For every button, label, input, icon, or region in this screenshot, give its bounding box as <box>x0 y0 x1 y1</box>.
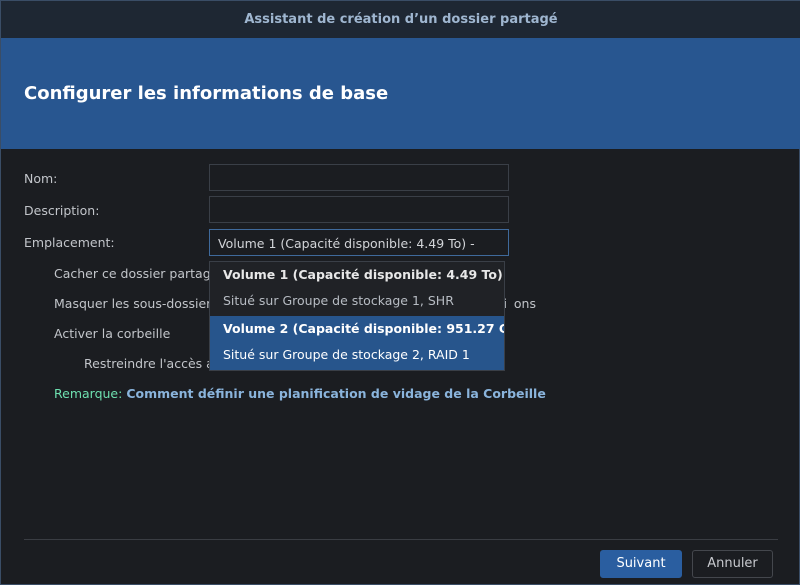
step-header: Configurer les informations de base <box>1 38 800 149</box>
next-button[interactable]: Suivant <box>600 550 682 578</box>
option-subtitle: Situé sur Groupe de stockage 2, RAID 1 <box>223 347 470 362</box>
hide-share-checkbox-label[interactable]: Cacher ce dossier partagé <box>54 266 209 281</box>
recycle-bin-checkbox-label[interactable]: Activer la corbeille <box>54 326 170 341</box>
location-select[interactable]: Volume 1 (Capacité disponible: 4.49 To) … <box>209 229 509 256</box>
window-title: Assistant de création d’un dossier parta… <box>1 1 800 38</box>
remark: Remarque: Comment définir une planificat… <box>54 386 546 401</box>
dropdown-option-volume-1[interactable]: Volume 1 (Capacité disponible: 4.49 To) … <box>210 262 504 316</box>
name-label: Nom: <box>24 171 58 186</box>
restrict-access-checkbox-label[interactable]: Restreindre l'accès aux administrateurs … <box>84 356 209 371</box>
location-label: Emplacement: <box>24 235 115 250</box>
description-label: Description: <box>24 203 100 218</box>
option-title: Volume 1 (Capacité disponible: 4.49 To) … <box>223 267 505 282</box>
recycle-schedule-link[interactable]: Comment définir une planification de vid… <box>126 386 546 401</box>
footer-divider <box>24 539 778 540</box>
location-dropdown-list[interactable]: Volume 1 (Capacité disponible: 4.49 To) … <box>209 261 505 371</box>
page-title: Configurer les informations de base <box>24 83 389 104</box>
remark-label: Remarque: <box>54 386 123 401</box>
option-title: Volume 2 (Capacité disponible: 951.27 Go <box>223 321 505 336</box>
cancel-button[interactable]: Annuler <box>692 550 773 578</box>
dropdown-option-volume-2[interactable]: Volume 2 (Capacité disponible: 951.27 Go… <box>210 316 504 370</box>
name-input[interactable] <box>209 164 509 191</box>
hide-subfolders-tail: ons <box>506 296 536 311</box>
option-subtitle: Situé sur Groupe de stockage 1, SHR <box>223 293 454 308</box>
description-input[interactable] <box>209 196 509 223</box>
